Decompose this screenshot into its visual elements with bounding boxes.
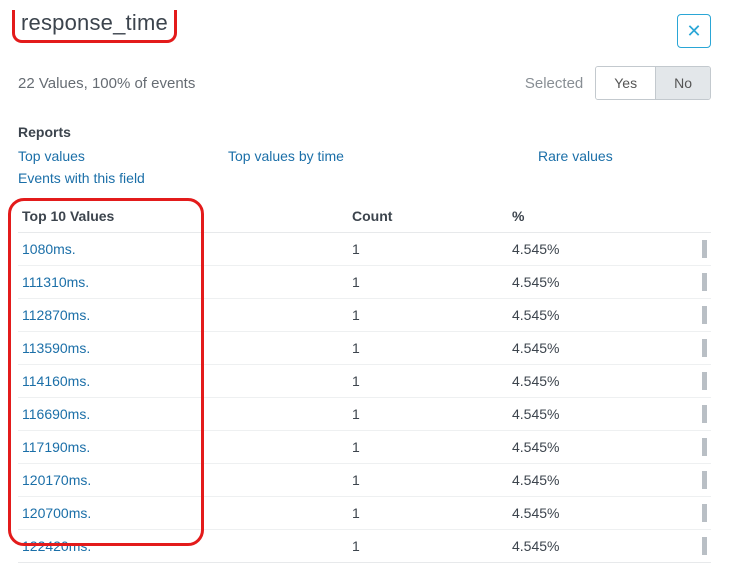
reports-heading: Reports xyxy=(18,124,711,140)
percent-cell: 4.545% xyxy=(508,299,628,332)
percent-cell: 4.545% xyxy=(508,365,628,398)
report-rare-values[interactable]: Rare values xyxy=(538,148,613,164)
bar-cell xyxy=(628,233,711,266)
bar-fill xyxy=(702,537,707,555)
bar-cell xyxy=(628,497,711,530)
count-cell: 1 xyxy=(348,464,508,497)
count-cell: 1 xyxy=(348,431,508,464)
bar-cell xyxy=(628,530,711,563)
table-row: 122420ms. 14.545% xyxy=(18,530,711,563)
value-link[interactable]: 116690ms. xyxy=(22,406,90,422)
close-button[interactable]: ✕ xyxy=(677,14,711,48)
selected-label: Selected xyxy=(525,75,583,92)
report-top-values-by-time[interactable]: Top values by time xyxy=(228,148,344,164)
title-highlight: response_time xyxy=(12,10,177,43)
close-icon: ✕ xyxy=(686,21,701,42)
value-link[interactable]: 112870ms. xyxy=(22,307,90,323)
field-title: response_time xyxy=(21,10,168,35)
top-values-table: Top 10 Values Count % 1080ms.14.545%1113… xyxy=(18,202,711,563)
count-cell: 1 xyxy=(348,497,508,530)
table-row: 113590ms. 14.545% xyxy=(18,332,711,365)
table-row: 116690ms. 14.545% xyxy=(18,398,711,431)
col-header-values: Top 10 Values xyxy=(18,202,348,233)
bar-fill xyxy=(702,405,707,423)
bar-cell xyxy=(628,332,711,365)
value-link[interactable]: 113590ms. xyxy=(22,340,90,356)
value-link[interactable]: 120700ms. xyxy=(22,505,91,521)
percent-cell: 4.545% xyxy=(508,332,628,365)
percent-cell: 4.545% xyxy=(508,497,628,530)
percent-cell: 4.545% xyxy=(508,530,628,563)
percent-cell: 4.545% xyxy=(508,398,628,431)
count-cell: 1 xyxy=(348,530,508,563)
report-events-with-field[interactable]: Events with this field xyxy=(18,170,145,186)
bar-cell xyxy=(628,266,711,299)
count-cell: 1 xyxy=(348,299,508,332)
count-cell: 1 xyxy=(348,266,508,299)
percent-cell: 4.545% xyxy=(508,266,628,299)
table-row: 120170ms. 14.545% xyxy=(18,464,711,497)
bar-cell xyxy=(628,365,711,398)
table-row: 111310ms. 14.545% xyxy=(18,266,711,299)
col-header-pct: % xyxy=(508,202,628,233)
value-link[interactable]: 122420ms. xyxy=(22,538,91,554)
count-cell: 1 xyxy=(348,332,508,365)
col-header-count: Count xyxy=(348,202,508,233)
value-link[interactable]: 111310ms. xyxy=(22,274,89,290)
table-row: 1080ms. 14.545% xyxy=(18,233,711,266)
selected-toggle: Yes No xyxy=(595,66,711,100)
values-summary: 22 Values, 100% of events xyxy=(18,75,195,92)
table-row: 112870ms. 14.545% xyxy=(18,299,711,332)
bar-fill xyxy=(702,273,707,291)
bar-fill xyxy=(702,306,707,324)
percent-cell: 4.545% xyxy=(508,431,628,464)
table-row: 120700ms. 14.545% xyxy=(18,497,711,530)
bar-fill xyxy=(702,471,707,489)
count-cell: 1 xyxy=(348,233,508,266)
percent-cell: 4.545% xyxy=(508,233,628,266)
value-link[interactable]: 1080ms. xyxy=(22,241,76,257)
value-link[interactable]: 120170ms. xyxy=(22,472,91,488)
bar-fill xyxy=(702,504,707,522)
bar-fill xyxy=(702,372,707,390)
toggle-yes[interactable]: Yes xyxy=(596,67,655,99)
value-link[interactable]: 117190ms. xyxy=(22,439,90,455)
table-row: 114160ms. 14.545% xyxy=(18,365,711,398)
bar-cell xyxy=(628,398,711,431)
bar-cell xyxy=(628,299,711,332)
value-link[interactable]: 114160ms. xyxy=(22,373,90,389)
count-cell: 1 xyxy=(348,365,508,398)
bar-cell xyxy=(628,431,711,464)
report-top-values[interactable]: Top values xyxy=(18,148,85,164)
bar-fill xyxy=(702,438,707,456)
bar-fill xyxy=(702,240,707,258)
table-row: 117190ms. 14.545% xyxy=(18,431,711,464)
count-cell: 1 xyxy=(348,398,508,431)
bar-fill xyxy=(702,339,707,357)
bar-cell xyxy=(628,464,711,497)
toggle-no[interactable]: No xyxy=(655,67,710,99)
percent-cell: 4.545% xyxy=(508,464,628,497)
